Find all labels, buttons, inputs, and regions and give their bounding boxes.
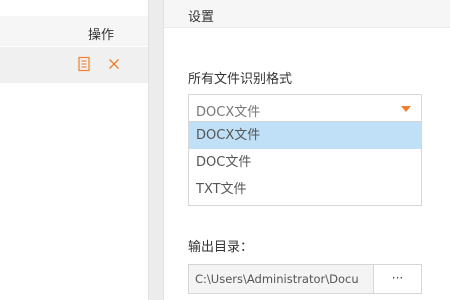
file-row[interactable] xyxy=(0,47,148,83)
format-option-doc[interactable]: DOC文件 xyxy=(189,149,421,176)
format-option-docx[interactable]: DOCX文件 xyxy=(189,122,421,149)
file-list-header: 操作 xyxy=(0,16,148,46)
file-list-pane: 操作 xyxy=(0,0,148,300)
settings-title: 设置 xyxy=(188,10,215,25)
output-path-field[interactable]: C:\Users\Administrator\Docu xyxy=(188,264,374,294)
format-select[interactable]: DOCX文件 xyxy=(188,94,422,122)
settings-panel: 设置 所有文件识别格式 DOCX文件 DOCX文件 DOC文件 TXT文件 输出… xyxy=(164,0,450,300)
format-option-txt[interactable]: TXT文件 xyxy=(189,176,421,203)
caret-down-icon xyxy=(401,106,411,112)
close-icon[interactable] xyxy=(106,56,122,72)
output-dir-label: 输出目录： xyxy=(188,240,254,255)
format-dropdown: DOCX文件 DOC文件 TXT文件 xyxy=(188,122,422,206)
format-label: 所有文件识别格式 xyxy=(188,72,293,87)
browse-button[interactable]: ··· xyxy=(374,264,422,294)
document-icon[interactable] xyxy=(76,56,92,72)
settings-header: 设置 xyxy=(164,0,450,28)
format-select-value: DOCX文件 xyxy=(196,105,261,120)
action-column-header: 操作 xyxy=(87,28,114,43)
panel-divider[interactable] xyxy=(148,0,164,300)
